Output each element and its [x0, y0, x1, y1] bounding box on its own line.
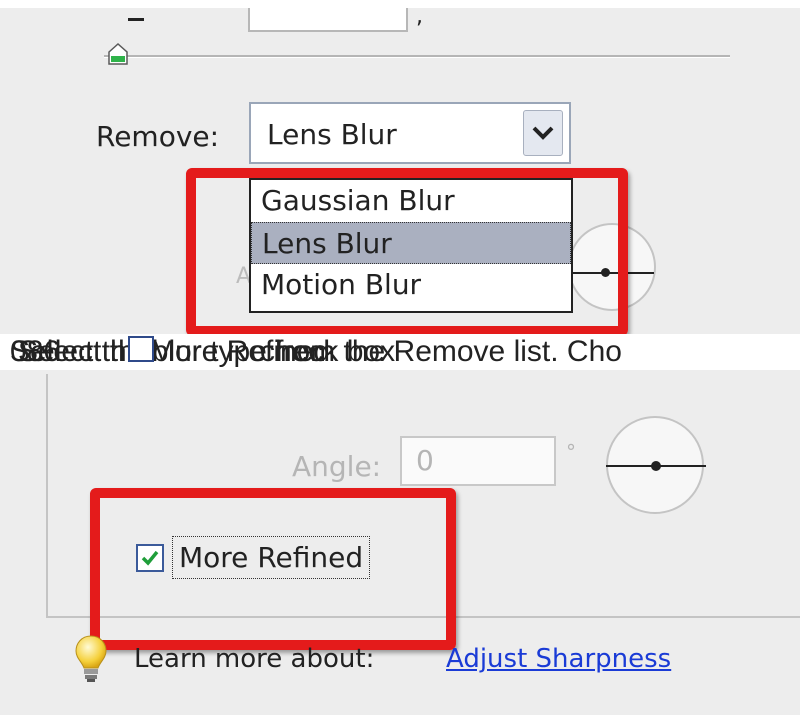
chevron-down-icon[interactable]	[523, 110, 563, 156]
amount-label-fragment	[128, 8, 144, 21]
highlight-box-checkbox	[90, 488, 456, 650]
top-dialog-panel: , Remove: Lens Blur A Gaussian Blur Lens…	[0, 8, 800, 334]
highlight-box-dropdown	[186, 168, 628, 334]
degree-symbol: °	[566, 440, 576, 464]
angle-label: Angle:	[292, 450, 382, 483]
amount-slider-track[interactable]	[104, 55, 730, 58]
amount-input[interactable]	[248, 8, 408, 32]
lightbulb-icon	[75, 635, 107, 682]
remove-select-value: Lens Blur	[267, 118, 397, 151]
angle-dial-dot	[651, 461, 661, 471]
angle-input[interactable]: 0	[400, 436, 556, 486]
learn-more-text: Learn more about:	[134, 644, 375, 674]
adjust-sharpness-link[interactable]: Adjust Sharpness	[446, 644, 671, 674]
caption-layer-instruction: Select the blur type from the Remove lis…	[10, 335, 622, 368]
amount-unit: ,	[416, 8, 423, 29]
slider-thumb-icon[interactable]	[107, 42, 129, 66]
remove-select[interactable]: Lens Blur	[249, 102, 571, 164]
caption-strip: 086 Select the More Refined check box Se…	[0, 334, 800, 370]
bottom-dialog-panel: Angle: 0 ° More Refined Learn more about…	[0, 370, 800, 715]
caption-checkbox-icon	[128, 336, 154, 362]
remove-label: Remove:	[96, 120, 220, 153]
